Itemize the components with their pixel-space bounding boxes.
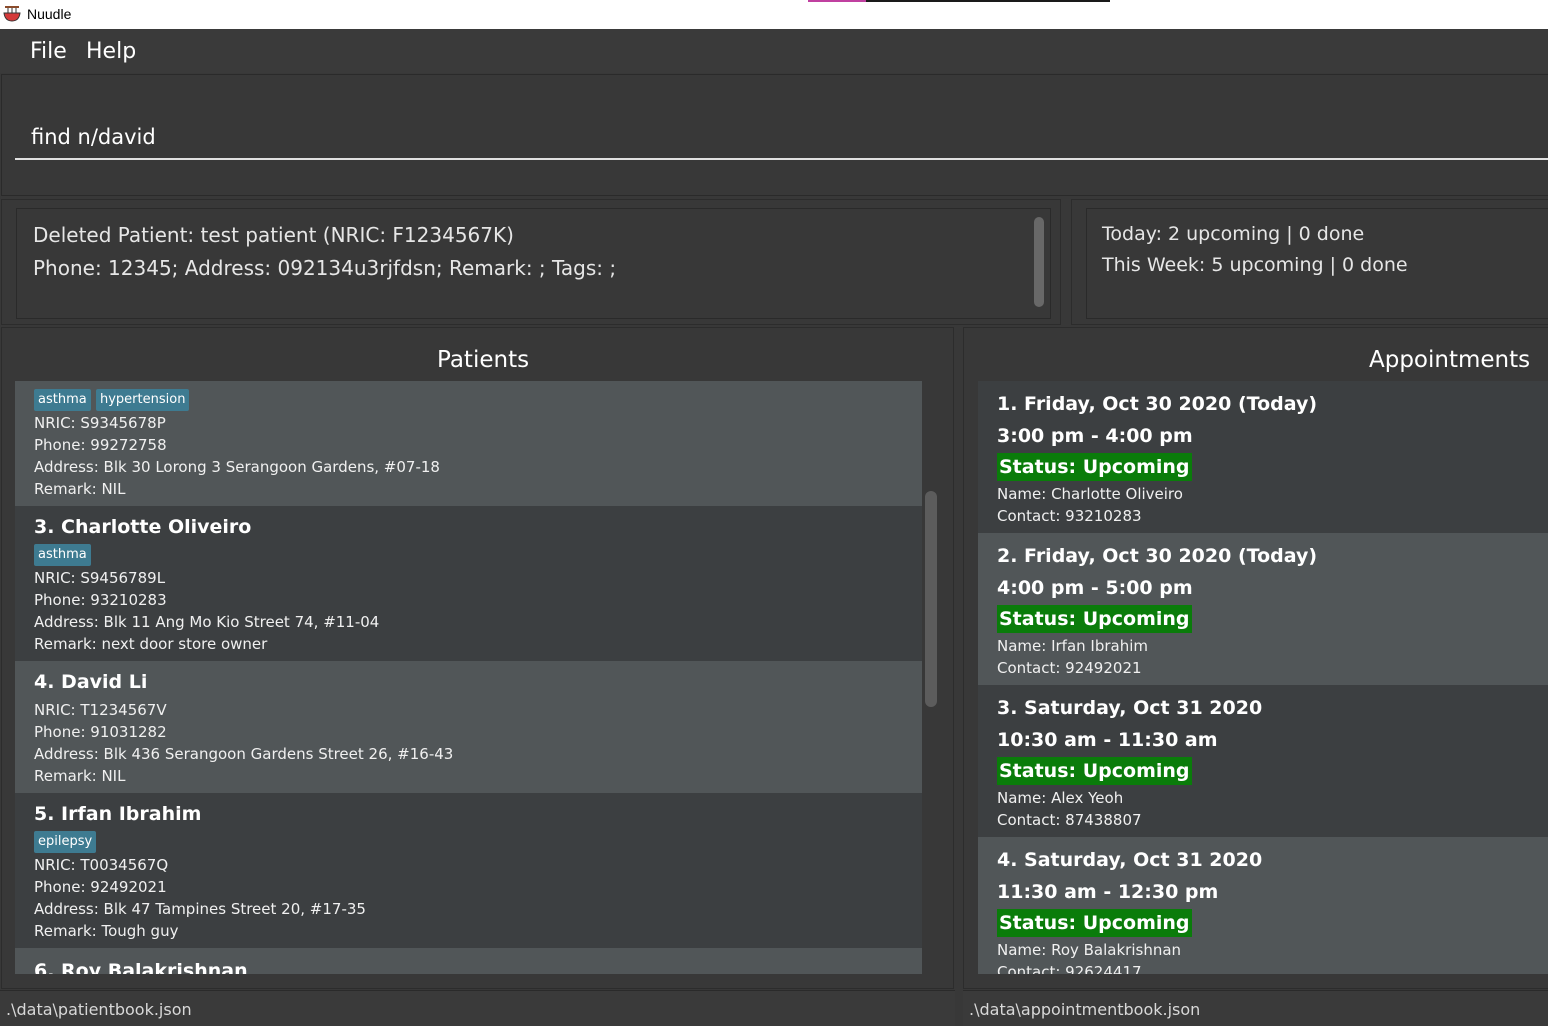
appointment-time: 11:30 am - 12:30 pm [997,881,1219,903]
menu-help[interactable]: Help [86,39,136,64]
appointment-status: Status: Upcoming [997,605,1192,633]
stats-display: Today: 2 upcoming | 0 done This Week: 5 … [1086,208,1548,319]
patients-file-path: .\data\patientbook.json [6,1000,192,1019]
appointments-list[interactable]: 1. Friday, Oct 30 2020 (Today) 3:00 pm -… [978,381,1548,974]
patient-card[interactable]: 3. Charlotte Oliveiro asthma NRIC: S9456… [15,506,922,661]
appointment-date: 2. Friday, Oct 30 2020 (Today) [997,545,1318,567]
result-display: Deleted Patient: test patient (NRIC: F12… [16,208,1051,319]
appointments-file-path: .\data\appointmentbook.json [969,1000,1201,1019]
patient-nric: NRIC: S9345678P [34,414,166,432]
patient-name: 6. Roy Balakrishnan [34,960,248,974]
patient-tag: epilepsy [34,831,97,853]
patient-nric: NRIC: S9456789L [34,569,166,587]
appointment-name: Name: Charlotte Oliveiro [997,485,1183,503]
patient-name: 4. David Li [34,671,148,693]
patient-card[interactable]: 4. David Li NRIC: T1234567V Phone: 91031… [15,661,922,793]
patient-remark: Remark: next door store owner [34,635,268,653]
patient-remark: Remark: Tough guy [34,922,179,940]
window-titlebar: Nuudle [0,0,1548,29]
result-line-2: Phone: 12345; Address: 092134u3rjfdsn; R… [33,256,617,280]
result-scrollbar[interactable] [1034,217,1044,307]
appointment-status: Status: Upcoming [997,453,1192,481]
stats-today: Today: 2 upcoming | 0 done [1102,223,1365,245]
patient-address: Address: Blk 47 Tampines Street 20, #17-… [34,900,366,918]
appointment-date: 3. Saturday, Oct 31 2020 [997,697,1263,719]
appointments-panel: Appointments 1. Friday, Oct 30 2020 (Tod… [963,327,1548,989]
appointment-contact: Contact: 92492021 [997,659,1142,677]
window-title: Nuudle [27,6,72,22]
patient-phone: Phone: 93210283 [34,591,167,609]
menu-bar: File Help [0,29,1548,73]
patient-remark: Remark: NIL [34,480,126,498]
command-input[interactable] [15,115,1548,160]
patient-address: Address: Blk 30 Lorong 3 Serangoon Garde… [34,458,440,476]
appointments-statusbar: .\data\appointmentbook.json [963,990,1548,1026]
menu-file[interactable]: File [30,39,67,64]
patients-statusbar: .\data\patientbook.json [0,990,955,1026]
patient-name: 5. Irfan Ibrahim [34,803,202,825]
appointment-card[interactable]: 3. Saturday, Oct 31 2020 10:30 am - 11:3… [978,685,1548,837]
patient-card[interactable]: 5. Irfan Ibrahim epilepsy NRIC: T0034567… [15,793,922,948]
appointment-status: Status: Upcoming [997,757,1192,785]
result-text: Deleted Patient: test patient (NRIC: F12… [33,219,616,285]
patient-phone: Phone: 91031282 [34,723,167,741]
patients-panel: Patients asthma hypertension NRIC: S9345… [1,327,954,989]
patients-scrollbar[interactable] [925,491,937,707]
result-display-panel: Deleted Patient: test patient (NRIC: F12… [1,199,1061,325]
appointment-time: 10:30 am - 11:30 am [997,729,1218,751]
appointments-title: Appointments [1369,347,1531,373]
appointment-contact: Contact: 92624417 [997,963,1142,974]
appointment-contact: Contact: 87438807 [997,811,1142,829]
appointment-date: 1. Friday, Oct 30 2020 (Today) [997,393,1318,415]
appointment-time: 3:00 pm - 4:00 pm [997,425,1193,447]
patient-name: 3. Charlotte Oliveiro [34,516,252,538]
patient-nric: NRIC: T0034567Q [34,856,169,874]
appointment-time: 4:00 pm - 5:00 pm [997,577,1193,599]
patient-card[interactable]: 6. Roy Balakrishnan [15,948,922,974]
title-accent-line [808,0,1110,2]
appointment-name: Name: Irfan Ibrahim [997,637,1149,655]
patient-card[interactable]: asthma hypertension NRIC: S9345678P Phon… [15,381,922,506]
noodle-bowl-icon [3,6,21,22]
appointment-card[interactable]: 1. Friday, Oct 30 2020 (Today) 3:00 pm -… [978,381,1548,533]
appointment-name: Name: Roy Balakrishnan [997,941,1182,959]
result-line-1: Deleted Patient: test patient (NRIC: F12… [33,223,514,247]
appointment-name: Name: Alex Yeoh [997,789,1124,807]
appointment-date: 4. Saturday, Oct 31 2020 [997,849,1263,871]
appointment-status: Status: Upcoming [997,909,1192,937]
patients-title: Patients [437,347,530,373]
patient-tag: asthma [34,544,91,566]
stats-week: This Week: 5 upcoming | 0 done [1102,254,1408,276]
patients-list[interactable]: asthma hypertension NRIC: S9345678P Phon… [15,381,922,974]
appointment-contact: Contact: 93210283 [997,507,1142,525]
patient-phone: Phone: 99272758 [34,436,167,454]
patient-tag: hypertension [96,389,190,411]
patient-remark: Remark: NIL [34,767,126,785]
stats-panel: Today: 2 upcoming | 0 done This Week: 5 … [1071,199,1548,325]
appointment-card[interactable]: 4. Saturday, Oct 31 2020 11:30 am - 12:3… [978,837,1548,974]
command-box [1,74,1548,196]
patient-nric: NRIC: T1234567V [34,701,167,719]
patient-phone: Phone: 92492021 [34,878,167,896]
patient-address: Address: Blk 436 Serangoon Gardens Stree… [34,745,454,763]
patient-tag: asthma [34,389,91,411]
appointment-card[interactable]: 2. Friday, Oct 30 2020 (Today) 4:00 pm -… [978,533,1548,685]
patient-address: Address: Blk 11 Ang Mo Kio Street 74, #1… [34,613,380,631]
